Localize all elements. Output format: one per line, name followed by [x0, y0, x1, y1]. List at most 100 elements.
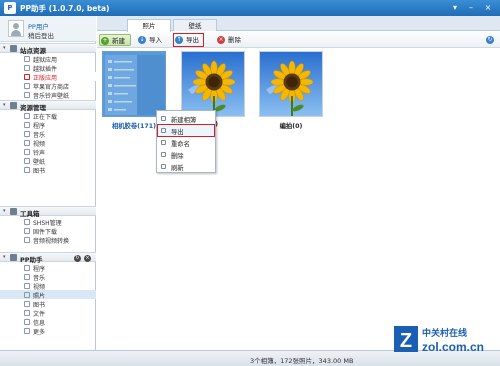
menu-item-label: 新建相簿 — [171, 117, 197, 124]
sidebar-item-wallpapers[interactable]: 壁纸 — [0, 156, 96, 166]
section-toolbox[interactable]: ▾ 工具箱 — [0, 206, 96, 218]
logout-link[interactable]: 稍后登出 — [28, 30, 54, 40]
section-pp-assistant[interactable]: ▾ PP助手 ↻ × — [0, 252, 96, 264]
sidebar-item-label: 音频视频转换 — [33, 238, 70, 245]
download-icon — [24, 112, 30, 119]
apps-icon — [24, 55, 30, 62]
sidebar-item-ringtones[interactable]: 铃声 — [0, 147, 96, 157]
sidebar-item-label: 更多 — [33, 329, 46, 336]
refresh-button[interactable]: ↻ — [485, 34, 495, 46]
sidebar-item-av-convert[interactable]: 音频视频转换 — [0, 235, 96, 245]
export-button[interactable]: ↑ 导出 — [173, 33, 204, 47]
delete-icon: × — [217, 36, 225, 44]
plugin-icon — [24, 64, 30, 71]
convert-icon — [24, 236, 30, 243]
section-resource-management[interactable]: ▾ 资源管理 — [0, 100, 96, 112]
menu-item-export[interactable]: 导出 — [157, 124, 215, 137]
delete-label: 删除 — [228, 36, 241, 44]
music-icon — [24, 91, 30, 98]
sidebar-item-device-music[interactable]: 音乐 — [0, 272, 96, 282]
photo-icon — [24, 291, 30, 298]
sidebar-item-jailbreak-plugins[interactable]: 越狱插件 — [0, 63, 96, 73]
eject-icon[interactable]: × — [84, 254, 91, 262]
collapse-icon[interactable]: ▾ — [3, 254, 6, 260]
sidebar-item-programs[interactable]: 程序 — [0, 120, 96, 130]
context-menu: 新建相簿 导出 重命名 删除 刷新 — [156, 110, 216, 173]
collapse-icon[interactable]: ▾ — [3, 102, 6, 108]
download-icon — [24, 227, 30, 234]
title-bar: P PP助手 (1.0.7.0, beta) ▾ – × — [0, 0, 500, 16]
sidebar-item-device-photos[interactable]: 照片 — [0, 290, 96, 300]
album-label[interactable]: 编拍(0) — [259, 121, 323, 130]
album-thumbnail[interactable] — [259, 51, 323, 117]
book-icon — [24, 166, 30, 173]
toolbox-icon — [10, 208, 17, 215]
sidebar-item-device-messages[interactable]: 信息 — [0, 317, 96, 327]
folder-icon — [10, 102, 17, 109]
sidebar-item-video[interactable]: 视频 — [0, 138, 96, 148]
video-icon — [24, 282, 30, 289]
import-button[interactable]: ↓ 导入 — [137, 34, 162, 46]
export-icon: ↑ — [175, 36, 183, 44]
new-album-button[interactable]: + 新建 — [99, 34, 131, 46]
album-name: 编拍 — [279, 123, 293, 130]
menu-item-label: 刷新 — [171, 165, 184, 172]
apps-icon — [24, 121, 30, 128]
watermark-logo: Z 中关村在线 zol.com.cn — [392, 322, 492, 356]
import-icon: ↓ — [138, 36, 146, 44]
tab-photos[interactable]: 照片 — [127, 19, 171, 32]
menu-item-refresh[interactable]: 刷新 — [158, 161, 214, 172]
menu-button[interactable]: ▾ — [449, 3, 461, 13]
home-icon — [10, 45, 17, 52]
sidebar-item-genuine-apps[interactable]: 正版应用 — [0, 72, 96, 82]
sidebar-item-device-books[interactable]: 图书 — [0, 299, 96, 309]
app-logo: P — [4, 2, 16, 14]
album-name: 相机胶卷 — [111, 123, 138, 130]
book-icon — [24, 300, 30, 307]
avatar[interactable] — [8, 20, 24, 37]
album-count: (0) — [292, 123, 303, 130]
sidebar-item-downloading[interactable]: 正在下载 — [0, 111, 96, 121]
apps-icon — [24, 264, 30, 271]
album-preview-image — [103, 52, 165, 116]
album-grid: 相机胶卷(171) 编拍(0) — [97, 49, 500, 349]
sidebar-item-apple-store[interactable]: 苹果官方商店 — [0, 81, 96, 91]
minimize-button[interactable]: – — [465, 3, 477, 13]
device-icon — [10, 254, 17, 261]
file-icon — [24, 309, 30, 316]
tab-bar: 照片 壁纸 — [97, 16, 500, 32]
sidebar-item-books[interactable]: 图书 — [0, 165, 96, 175]
user-panel: PP用户 稍后登出 — [0, 16, 96, 42]
menu-item-label: 重命名 — [171, 141, 190, 148]
section-site-resources[interactable]: ▾ 站点资源 — [0, 43, 96, 55]
new-album-icon — [161, 115, 166, 121]
sidebar-item-firmware-download[interactable]: 固件下载 — [0, 226, 96, 236]
rename-icon — [161, 139, 166, 145]
sidebar-item-jailbreak-apps[interactable]: 越狱应用 — [0, 54, 96, 64]
delete-icon — [161, 151, 166, 157]
sidebar-item-device-video[interactable]: 视频 — [0, 281, 96, 291]
collapse-icon[interactable]: ▾ — [3, 208, 6, 214]
status-text: 3个相簿，172张照片，343.00 MB — [250, 357, 354, 365]
menu-item-rename[interactable]: 重命名 — [158, 137, 214, 148]
window-title: PP助手 (1.0.7.0, beta) — [20, 4, 110, 13]
delete-button[interactable]: × 删除 — [216, 34, 241, 46]
sidebar-item-device-more[interactable]: 更多 — [0, 326, 96, 336]
sidebar-item-music-ringtones-wallpapers[interactable]: 音乐铃声壁纸 — [0, 90, 96, 100]
svg-text:中关村在线: 中关村在线 — [422, 327, 467, 339]
refresh-icon: ↻ — [486, 36, 494, 44]
close-button[interactable]: × — [482, 3, 494, 13]
toolbar: + 新建 ↓ 导入 ↑ 导出 × 删除 ↻ — [97, 32, 500, 48]
menu-item-delete[interactable]: 删除 — [158, 149, 214, 160]
menu-item-new-album[interactable]: 新建相簿 — [158, 113, 214, 124]
sidebar-item-shsh[interactable]: SHSH管理 — [0, 217, 96, 227]
sync-icon[interactable]: ↻ — [74, 254, 81, 262]
sunflower-image — [182, 52, 244, 116]
sidebar-item-device-programs[interactable]: 程序 — [0, 263, 96, 273]
tab-wallpapers[interactable]: 壁纸 — [173, 19, 217, 31]
collapse-icon[interactable]: ▾ — [3, 45, 6, 51]
sidebar-item-music[interactable]: 音乐 — [0, 129, 96, 139]
sidebar-item-device-files[interactable]: 文件 — [0, 308, 96, 318]
album-thumbnail[interactable] — [181, 51, 245, 117]
album-thumbnail[interactable] — [102, 51, 166, 117]
